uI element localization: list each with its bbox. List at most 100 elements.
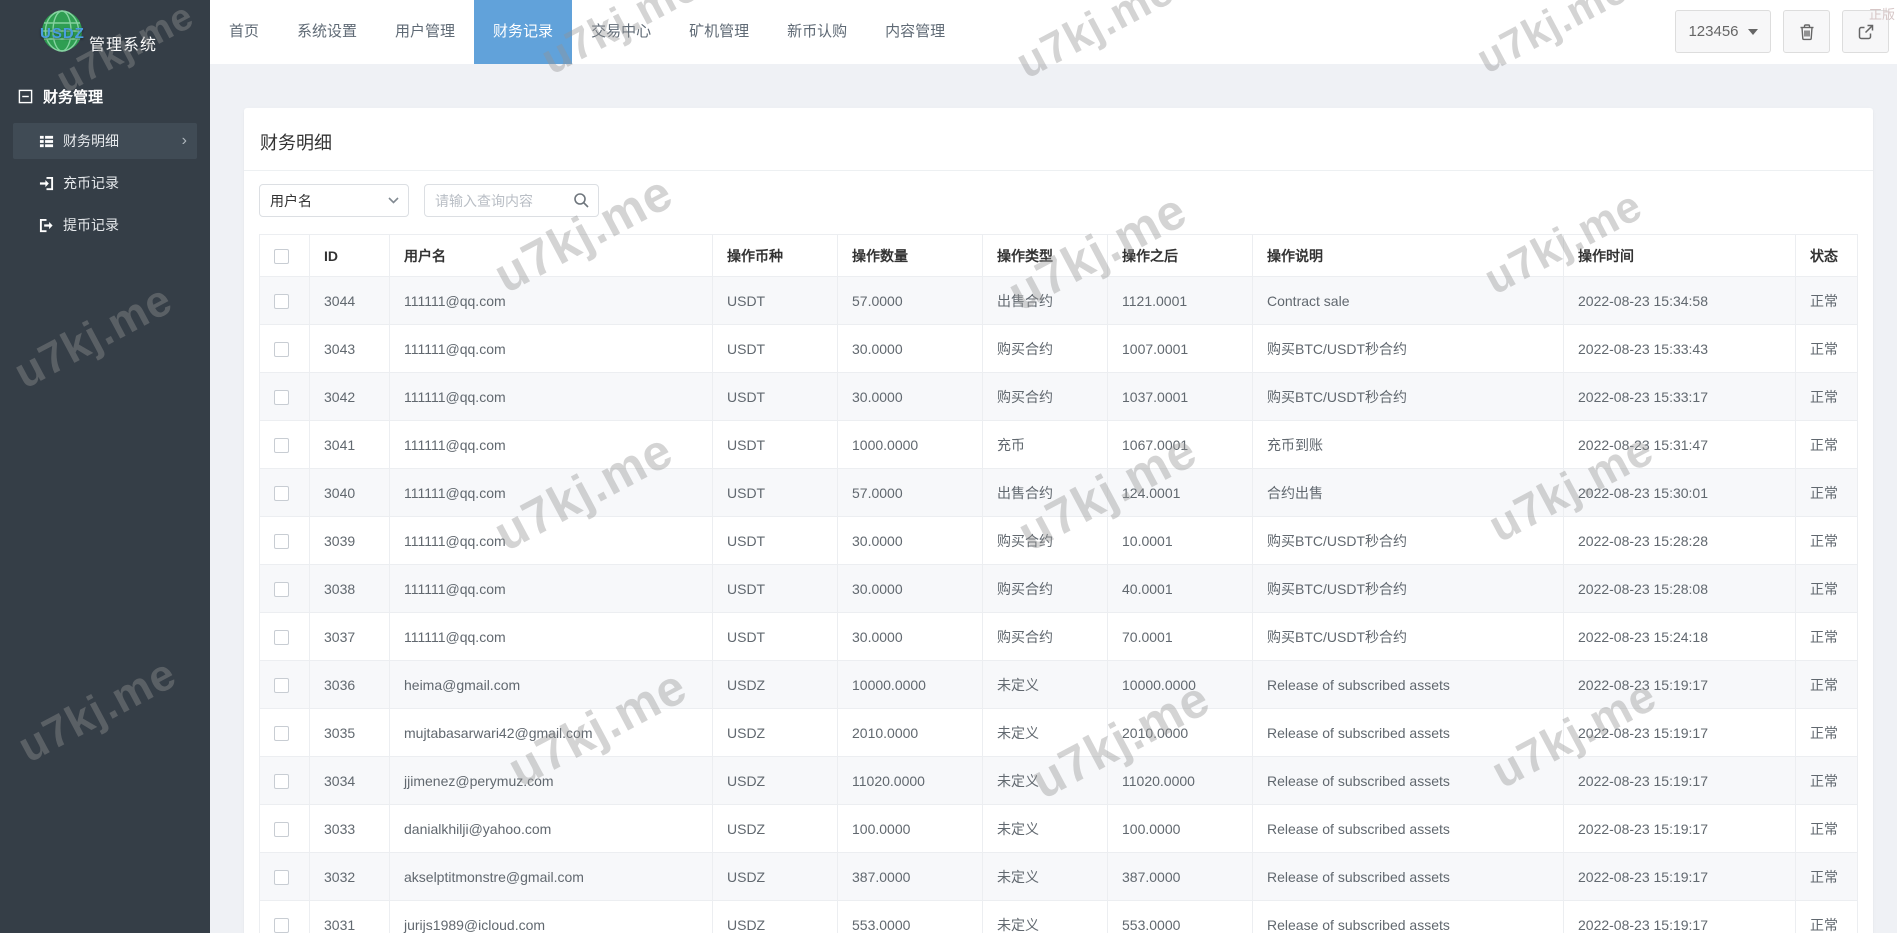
sidebar: 财务管理 财务明细 › 充币记录 › 提币记录 [0,64,210,933]
cell-coin: USDT [712,420,838,469]
cell-desc: 合约出售 [1252,468,1564,517]
sidebar-group-label: 财务管理 [43,89,104,106]
cell-after: 2010.0000 [1107,708,1253,757]
nav-tab[interactable]: 新币认购 [768,0,866,64]
cell-time: 2022-08-23 15:19:17 [1563,852,1796,901]
cell-amount: 30.0000 [837,612,983,661]
row-checkbox[interactable] [274,725,289,741]
col-header-amount: 操作数量 [837,234,983,277]
user-dropdown-label: 123456 [1688,23,1739,40]
cell-after: 1037.0001 [1107,372,1253,421]
cell-status: 正常 [1795,900,1858,933]
sidebar-item-deposit-records[interactable]: 充币记录 › [13,165,197,201]
cell-time: 2022-08-23 15:33:17 [1563,372,1796,421]
col-header-desc: 操作说明 [1252,234,1564,277]
row-checkbox[interactable] [274,485,289,501]
nav-tab[interactable]: 内容管理 [866,0,964,64]
sidebar-item-withdraw-records[interactable]: 提币记录 › [13,207,197,243]
search-icon[interactable] [573,192,590,209]
nav-tab[interactable]: 财务记录 [474,0,573,64]
cell-after: 1007.0001 [1107,324,1253,373]
cell-time: 2022-08-23 15:19:17 [1563,660,1796,709]
cell-time: 2022-08-23 15:19:17 [1563,756,1796,805]
cell-type: 购买合约 [982,324,1108,373]
cell-id: 3036 [309,660,390,709]
cell-coin: USDT [712,276,838,325]
row-checkbox[interactable] [274,773,289,789]
row-checkbox[interactable] [274,293,289,309]
row-checkbox[interactable] [274,821,289,837]
cell-status: 正常 [1795,276,1858,325]
cell-after: 10.0001 [1107,516,1253,565]
cell-time: 2022-08-23 15:33:43 [1563,324,1796,373]
content-card: 财务明细 用户名 请输入查询内容 ID 用户名 操作币种 操作数量 操作类型 操… [244,108,1873,933]
row-checkbox[interactable] [274,533,289,549]
cell-amount: 30.0000 [837,324,983,373]
nav-tab[interactable]: 用户管理 [376,0,474,64]
user-dropdown-button[interactable]: 123456 [1675,10,1771,53]
row-checkbox[interactable] [274,677,289,693]
cell-desc: 充币到账 [1252,420,1564,469]
table-row: 3033 danialkhilji@yahoo.com USDZ 100.000… [259,804,1858,853]
table-row: 3034 jjimenez@perymuz.com USDZ 11020.000… [259,756,1858,805]
cell-coin: USDZ [712,804,838,853]
cell-desc: Release of subscribed assets [1252,756,1564,805]
cell-status: 正常 [1795,420,1858,469]
row-checkbox[interactable] [274,869,289,885]
cell-time: 2022-08-23 15:24:18 [1563,612,1796,661]
cell-username: 111111@qq.com [389,324,713,373]
delete-button[interactable] [1783,10,1830,53]
cell-status: 正常 [1795,372,1858,421]
cell-desc: 购买BTC/USDT秒合约 [1252,612,1564,661]
cell-status: 正常 [1795,612,1858,661]
row-checkbox[interactable] [274,629,289,645]
cell-time: 2022-08-23 15:34:58 [1563,276,1796,325]
row-checkbox[interactable] [274,341,289,357]
app-title: 管理系统 [89,37,158,54]
cell-desc: Release of subscribed assets [1252,852,1564,901]
cell-time: 2022-08-23 15:19:17 [1563,900,1796,933]
cell-status: 正常 [1795,708,1858,757]
cell-username: 111111@qq.com [389,564,713,613]
cell-username: 111111@qq.com [389,372,713,421]
col-header-type: 操作类型 [982,234,1108,277]
cell-status: 正常 [1795,804,1858,853]
cell-amount: 11020.0000 [837,756,983,805]
nav-tab[interactable]: 首页 [210,0,278,64]
select-all-checkbox[interactable] [274,248,289,264]
col-header-username: 用户名 [389,234,713,277]
cell-username: 111111@qq.com [389,612,713,661]
cell-id: 3035 [309,708,390,757]
cell-time: 2022-08-23 15:30:01 [1563,468,1796,517]
row-checkbox[interactable] [274,917,289,933]
top-navbar: USDZ 管理系统 首页 系统设置 用户管理 财务记录 交易中心 矿机管理 新币… [0,0,1897,64]
table-header-row: ID 用户名 操作币种 操作数量 操作类型 操作之后 操作说明 操作时间 状态 [259,234,1858,277]
nav-tab[interactable]: 系统设置 [278,0,376,64]
cell-amount: 30.0000 [837,372,983,421]
finance-table-wrap: ID 用户名 操作币种 操作数量 操作类型 操作之后 操作说明 操作时间 状态 … [244,225,1873,933]
cell-type: 出售合约 [982,468,1108,517]
cell-time: 2022-08-23 15:28:28 [1563,516,1796,565]
filter-field-select[interactable]: 用户名 [259,184,409,217]
row-checkbox[interactable] [274,437,289,453]
cell-desc: 购买BTC/USDT秒合约 [1252,516,1564,565]
cell-coin: USDT [712,372,838,421]
logo: USDZ 管理系统 [0,0,210,64]
sidebar-item-finance-detail[interactable]: 财务明细 › [13,123,197,159]
cell-id: 3044 [309,276,390,325]
share-export-icon [1857,23,1875,41]
logout-button[interactable] [1842,10,1889,53]
row-checkbox[interactable] [274,389,289,405]
sidebar-group-finance[interactable]: 财务管理 [0,64,210,117]
cell-desc: 购买BTC/USDT秒合约 [1252,564,1564,613]
nav-tab[interactable]: 矿机管理 [670,0,768,64]
row-checkbox[interactable] [274,581,289,597]
table-row: 3040 111111@qq.com USDT 57.0000 出售合约 124… [259,468,1858,517]
nav-tab[interactable]: 交易中心 [572,0,670,64]
cell-status: 正常 [1795,660,1858,709]
cell-amount: 553.0000 [837,900,983,933]
cell-type: 未定义 [982,708,1108,757]
col-header-time: 操作时间 [1563,234,1796,277]
cell-coin: USDT [712,612,838,661]
cell-id: 3042 [309,372,390,421]
